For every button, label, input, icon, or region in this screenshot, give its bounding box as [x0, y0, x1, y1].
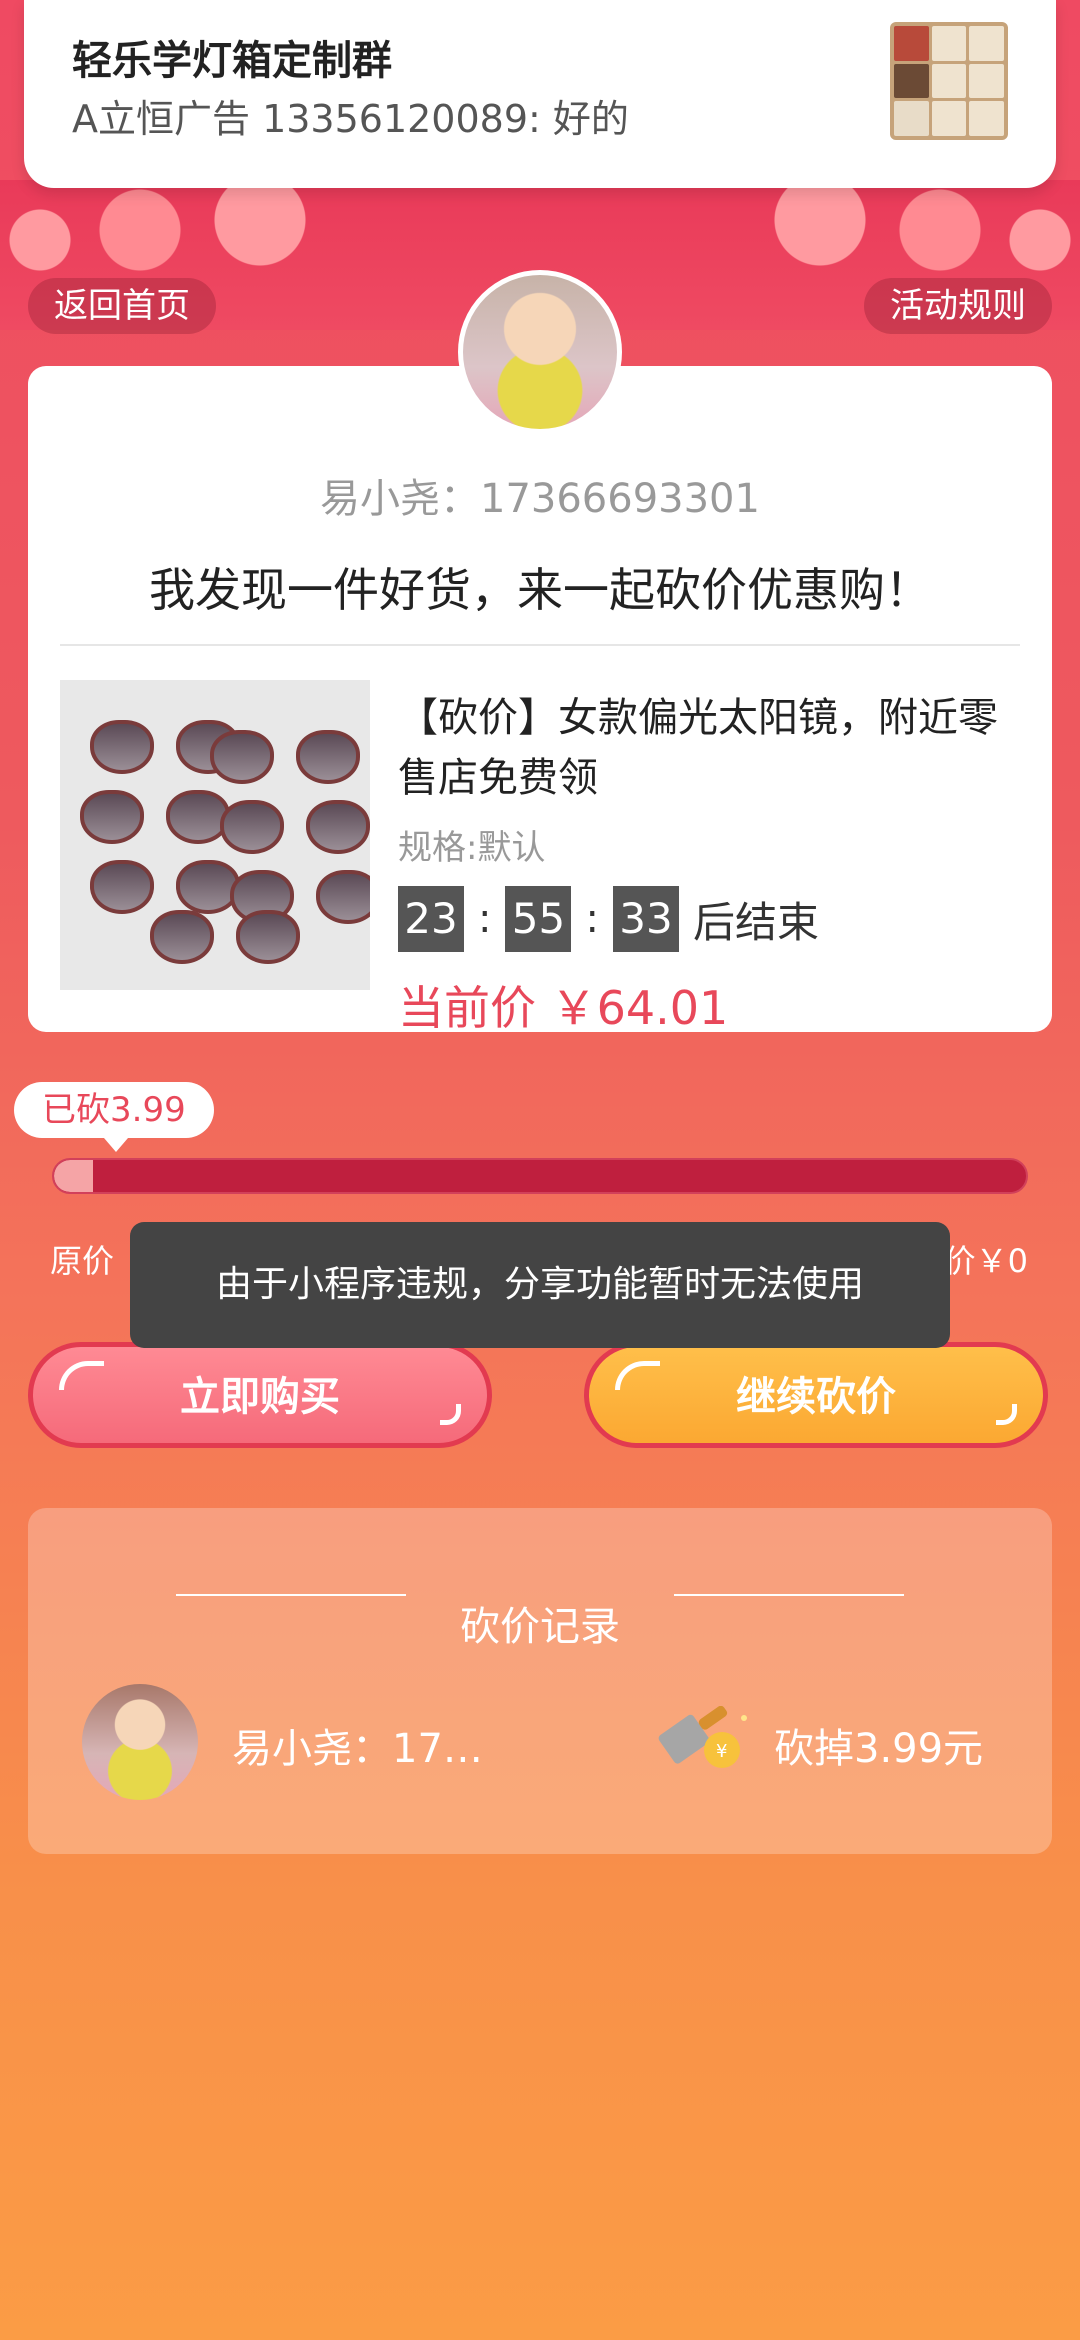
countdown-seconds: 33 [612, 886, 679, 952]
countdown-hours: 23 [398, 886, 464, 952]
svg-text:¥: ¥ [716, 1741, 727, 1762]
record-avatar [82, 1684, 198, 1800]
notification-title: 轻乐学灯箱定制群 [72, 38, 392, 84]
title-line-left [176, 1594, 406, 1596]
message-notification[interactable]: 轻乐学灯箱定制群 A立恒广告 13356120089: 好的 [24, 0, 1056, 188]
continue-bargain-button[interactable]: 继续砍价 [584, 1342, 1048, 1448]
buy-now-button[interactable]: 立即购买 [28, 1342, 492, 1448]
countdown-separator: : [585, 896, 599, 942]
record-amount: 砍掉3.99元 [774, 1726, 984, 1772]
product-title[interactable]: 【砍价】女款偏光太阳镜，附近零售店免费领 [398, 688, 1008, 808]
record-title: 砍价记录 [460, 1604, 620, 1650]
countdown-minutes: 55 [505, 886, 572, 952]
product-card: 易小尧：17366693301 我发现一件好货，来一起砍价优惠购！ 【砍价】女款… [28, 366, 1052, 1035]
toast-message: 由于小程序违规，分享功能暂时无法使用 [130, 1222, 950, 1348]
cut-amount-badge: 已砍3.99 [14, 1082, 214, 1152]
notification-message: A立恒广告 13356120089: 好的 [72, 97, 629, 141]
original-price-label: 原价 [50, 1242, 115, 1280]
knife-coin-icon: ¥ [658, 1706, 747, 1768]
product-image[interactable] [60, 680, 370, 990]
back-home-button[interactable]: 返回首页 [28, 278, 216, 334]
avatar [458, 270, 622, 434]
activity-rules-button[interactable]: 活动规则 [864, 278, 1052, 334]
record-name: 易小尧：17… [232, 1726, 483, 1772]
progress-fill [54, 1160, 93, 1192]
divider [60, 644, 1020, 646]
user-line: 易小尧：17366693301 [320, 476, 760, 522]
title-line-right [674, 1594, 904, 1596]
countdown-separator: : [478, 896, 492, 942]
countdown-suffix: 后结束 [692, 897, 819, 947]
bargain-record-panel: 砍价记录 [28, 1508, 1052, 1854]
group-avatar [890, 22, 1008, 140]
countdown-timer: 23 : 55 : 33 后结束 [398, 886, 819, 952]
product-spec: 规格:默认 [398, 828, 546, 868]
final-price-label: 价￥0 [943, 1242, 1028, 1280]
share-slogan: 我发现一件好货，来一起砍价优惠购！ [149, 563, 931, 617]
bargain-progress-bar [52, 1158, 1028, 1194]
current-price: 当前价 ￥64.01 [398, 981, 729, 1035]
